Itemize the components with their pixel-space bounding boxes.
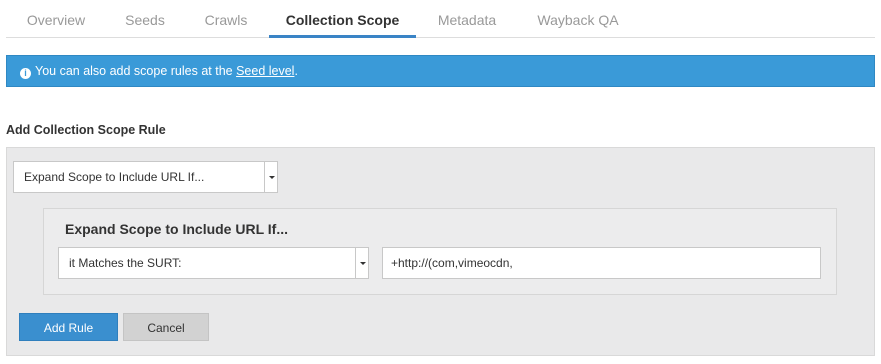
cancel-button[interactable]: Cancel	[123, 313, 209, 341]
tab-metadata[interactable]: Metadata	[431, 0, 503, 38]
seed-level-link[interactable]: Seed level	[236, 64, 294, 78]
tab-overview[interactable]: Overview	[18, 0, 94, 38]
tab-collection-scope[interactable]: Collection Scope	[269, 0, 416, 38]
chevron-down-icon	[264, 162, 277, 192]
info-alert: i You can also add scope rules at the See…	[6, 55, 875, 87]
rule-type-select[interactable]: Expand Scope to Include URL If...	[13, 161, 278, 193]
alert-text: You can also add scope rules at the	[35, 64, 237, 78]
rule-editor-panel: Expand Scope to Include URL If... it Mat…	[43, 208, 837, 295]
chevron-down-icon	[355, 248, 368, 278]
tab-wayback-qa[interactable]: Wayback QA	[532, 0, 624, 38]
add-rule-button[interactable]: Add Rule	[19, 313, 118, 341]
tab-crawls[interactable]: Crawls	[197, 0, 255, 38]
scope-rule-panel: Expand Scope to Include URL If... Expand…	[6, 147, 875, 356]
collection-scope-page: Overview Seeds Crawls Collection Scope M…	[0, 0, 881, 364]
section-title: Add Collection Scope Rule	[6, 123, 166, 137]
tab-bar: Overview Seeds Crawls Collection Scope M…	[6, 0, 875, 38]
surt-input-value: +http://(com,vimeocdn,	[391, 256, 513, 270]
alert-text-end: .	[294, 64, 298, 78]
rule-type-select-value: Expand Scope to Include URL If...	[24, 170, 205, 184]
info-circle-icon: i	[20, 68, 31, 79]
condition-select[interactable]: it Matches the SURT:	[58, 247, 369, 279]
surt-input[interactable]: +http://(com,vimeocdn,	[382, 247, 821, 279]
rule-title: Expand Scope to Include URL If...	[65, 221, 288, 237]
condition-select-value: it Matches the SURT:	[69, 256, 182, 270]
tab-seeds[interactable]: Seeds	[117, 0, 173, 38]
